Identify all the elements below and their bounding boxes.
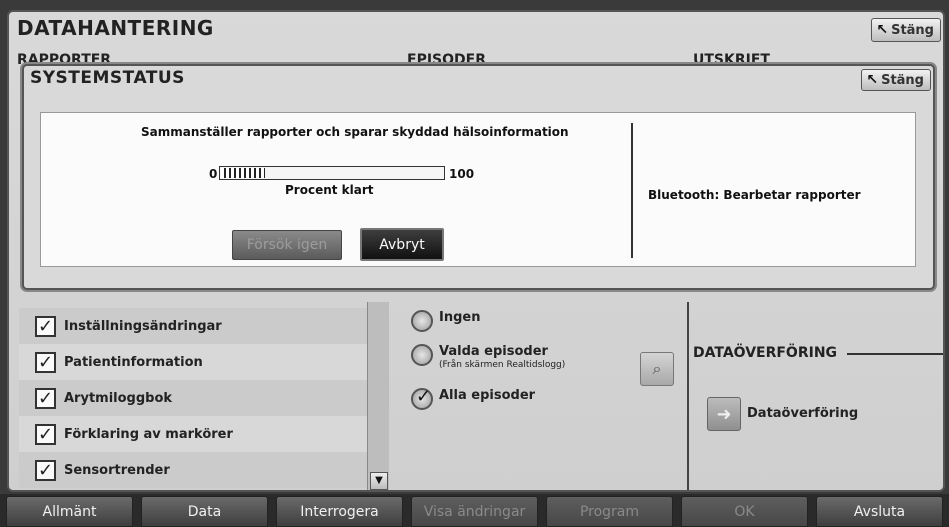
episode-option-none[interactable]: Ingen	[411, 310, 480, 332]
radio-icon[interactable]	[411, 344, 433, 366]
checkbox-checked-icon[interactable]: ✓	[35, 351, 56, 373]
cancel-button[interactable]: Avbryt	[360, 228, 444, 261]
episode-option-sublabel: (Från skärmen Realtidslogg)	[439, 360, 566, 370]
episode-option-label: Alla episoder	[439, 388, 536, 403]
window-title: DATAHANTERING	[17, 16, 214, 40]
checkbox-checked-icon[interactable]: ✓	[35, 423, 56, 445]
checkbox-checked-icon[interactable]: ✓	[35, 315, 56, 337]
checklist-item[interactable]: ✓ Förklaring av markörer	[19, 416, 369, 452]
dialog-title: SYSTEMSTATUS	[30, 68, 185, 88]
system-status-dialog: SYSTEMSTATUS ↖ Stäng Sammanställer rappo…	[22, 64, 935, 290]
close-button[interactable]: ↖ Stäng	[871, 18, 941, 42]
nav-tab-interrogate[interactable]: Interrogera	[276, 496, 403, 527]
checklist-item-label: Inställningsändringar	[64, 318, 222, 334]
nav-tab-program[interactable]: Program	[546, 496, 673, 527]
arrow-cursor-icon: ↖	[866, 72, 879, 88]
checklist-item[interactable]: ✓ Sensortrender	[19, 452, 369, 488]
status-heading: Sammanställer rapporter och sparar skydd…	[141, 125, 569, 139]
progress-bar	[219, 166, 445, 180]
checklist-item-label: Arytmiloggbok	[64, 390, 173, 406]
checklist-item[interactable]: ✓ Arytmiloggbok	[19, 380, 369, 416]
episode-option-all[interactable]: Alla episoder	[411, 386, 536, 410]
data-transfer-section-label: DATAÖVERFÖRING	[693, 345, 838, 361]
nav-tab-general[interactable]: Allmänt	[6, 496, 133, 527]
data-transfer-button[interactable]: ➜	[707, 397, 741, 431]
episode-option-label: Valda episoder	[439, 344, 548, 359]
progress-max: 100	[449, 167, 475, 181]
episode-option-label: Ingen	[439, 310, 481, 325]
report-checklist: ✓ Inställningsändringar ✓ Patientinforma…	[19, 308, 369, 488]
nav-tab-exit[interactable]: Avsluta	[816, 496, 943, 527]
nav-tab-data[interactable]: Data	[141, 496, 268, 527]
progress-label: Procent klart	[285, 183, 374, 197]
bottom-navigation: Allmänt Data Interrogera Visa ändringar …	[0, 494, 949, 527]
magnifier-icon: ⌕	[652, 359, 662, 378]
close-label: Stäng	[891, 22, 934, 38]
status-panel: Sammanställer rapporter och sparar skydd…	[40, 112, 916, 267]
checklist-item[interactable]: ✓ Inställningsändringar	[19, 308, 369, 344]
checklist-item-label: Sensortrender	[64, 462, 170, 478]
arrow-cursor-icon: ↖	[876, 22, 889, 38]
radio-selected-icon[interactable]	[411, 386, 433, 410]
dialog-close-button[interactable]: ↖ Stäng	[861, 69, 931, 91]
radio-icon[interactable]	[411, 310, 433, 332]
close-label: Stäng	[881, 72, 924, 88]
checklist-item-label: Förklaring av markörer	[64, 426, 233, 442]
retry-button[interactable]: Försök igen	[232, 230, 342, 260]
bluetooth-status: Bluetooth: Bearbetar rapporter	[648, 188, 861, 202]
checkbox-checked-icon[interactable]: ✓	[35, 387, 56, 409]
checklist-item[interactable]: ✓ Patientinformation	[19, 344, 369, 380]
column-divider	[687, 302, 689, 490]
scroll-down-icon[interactable]: ▼	[370, 472, 388, 490]
nav-tab-show-changes[interactable]: Visa ändringar	[411, 496, 538, 527]
checklist-scrollbar[interactable]: ▼	[367, 302, 389, 490]
checklist-item-label: Patientinformation	[64, 354, 203, 370]
transfer-arrow-icon: ➜	[716, 403, 732, 425]
progress-bar-fill	[221, 168, 265, 178]
magnifier-button[interactable]: ⌕	[640, 352, 674, 386]
episode-option-selected[interactable]: Valda episoder (Från skärmen Realtidslog…	[411, 344, 565, 370]
data-transfer-label: Dataöverföring	[747, 406, 859, 421]
nav-tab-ok[interactable]: OK	[681, 496, 808, 527]
checkbox-checked-icon[interactable]: ✓	[35, 459, 56, 481]
section-rule	[847, 353, 943, 355]
app-window: DATAHANTERING ↖ Stäng RAPPORTER EPISODER…	[0, 0, 949, 527]
progress-min: 0	[209, 167, 218, 181]
panel-divider	[631, 123, 633, 258]
